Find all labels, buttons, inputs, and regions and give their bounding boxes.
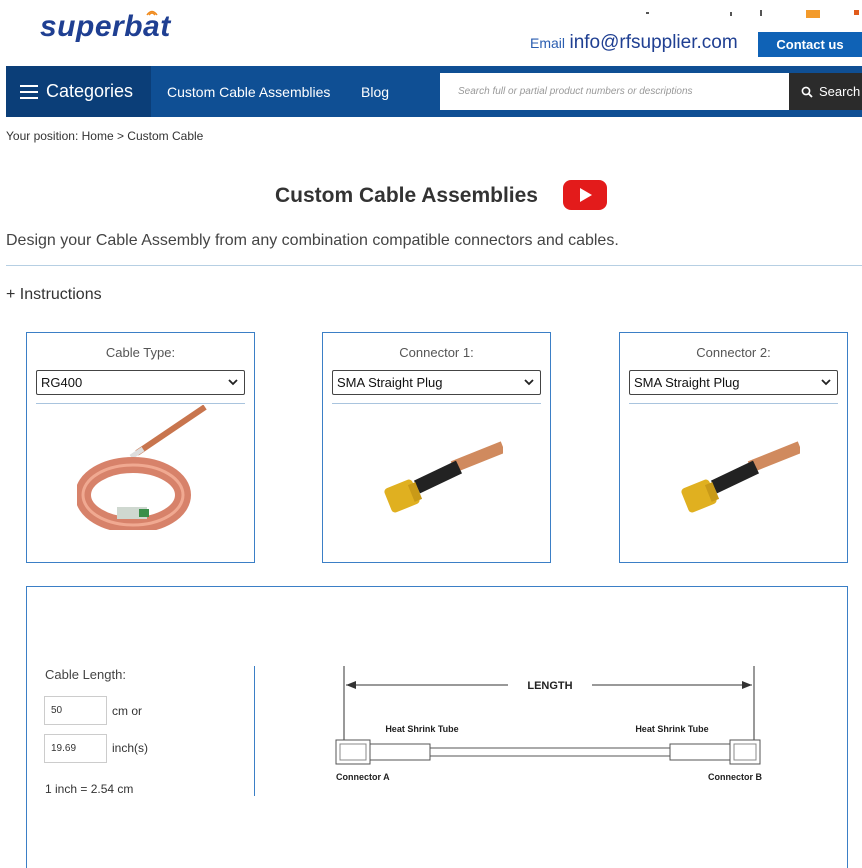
divider: [6, 265, 862, 266]
chevron-down-icon: [821, 379, 831, 386]
heat-shrink-left-label: Heat Shrink Tube: [385, 724, 458, 734]
card-label: Connector 2:: [696, 345, 771, 360]
connector-b-label: Connector B: [708, 772, 763, 782]
search-icon: [801, 86, 813, 98]
nav-link-custom-cable-assemblies[interactable]: Custom Cable Assemblies: [167, 66, 330, 117]
instructions-toggle[interactable]: + Instructions: [6, 286, 102, 304]
cable-type-card: Cable Type: RG400: [26, 332, 255, 563]
email-label: Email: [530, 35, 566, 51]
cable-type-select[interactable]: RG400: [36, 370, 245, 395]
panel-divider: [254, 666, 255, 796]
length-label: LENGTH: [527, 680, 572, 692]
length-inch-input[interactable]: 19.69: [44, 734, 107, 763]
hamburger-icon: [20, 84, 38, 99]
card-label: Connector 1:: [399, 345, 474, 360]
card-divider: [629, 403, 838, 404]
connector-2-select[interactable]: SMA Straight Plug: [629, 370, 838, 395]
cable-diagram: LENGTH Heat Shrink Tube Heat Shrink Tube…: [335, 666, 763, 782]
conversion-note: 1 inch = 2.54 cm: [45, 782, 134, 796]
card-divider: [36, 403, 245, 404]
top-toolbar-partial: [646, 10, 859, 18]
categories-label: Categories: [46, 81, 134, 101]
select-value: SMA Straight Plug: [634, 375, 740, 390]
connector-a-label: Connector A: [336, 772, 390, 782]
search-button-label: Search: [819, 84, 861, 99]
length-cm-input[interactable]: 50: [44, 696, 107, 725]
nav-link-blog[interactable]: Blog: [361, 66, 389, 117]
email-address[interactable]: info@rfsupplier.com: [569, 32, 737, 53]
select-value: RG400: [41, 375, 83, 390]
cm-unit-label: cm or: [112, 704, 142, 718]
contact-email[interactable]: Email info@rfsupplier.com: [530, 32, 738, 54]
select-value: SMA Straight Plug: [337, 375, 443, 390]
chevron-down-icon: [524, 379, 534, 386]
search-input[interactable]: Search full or partial product numbers o…: [440, 73, 789, 110]
page-title: Custom Cable Assemblies: [275, 184, 538, 207]
contact-us-button[interactable]: Contact us: [758, 32, 862, 57]
superbat-logo[interactable]: superbat: [40, 10, 171, 44]
signal-icon: [146, 10, 158, 16]
connector-2-card: Connector 2: SMA Straight Plug: [619, 332, 848, 563]
cable-length-label: Cable Length:: [45, 667, 126, 682]
youtube-icon[interactable]: [563, 180, 607, 210]
sma-connector-image: [384, 441, 503, 513]
search-button[interactable]: Search: [789, 73, 862, 110]
card-divider: [332, 403, 541, 404]
sma-connector-image: [681, 441, 800, 513]
heat-shrink-right-label: Heat Shrink Tube: [635, 724, 708, 734]
categories-menu[interactable]: Categories: [6, 66, 151, 117]
connector-1-card: Connector 1: SMA Straight Plug: [322, 332, 551, 563]
chevron-down-icon: [228, 379, 238, 386]
play-icon: [580, 188, 592, 202]
inch-unit-label: inch(s): [112, 741, 149, 755]
connector-1-select[interactable]: SMA Straight Plug: [332, 370, 541, 395]
intro-text: Design your Cable Assembly from any comb…: [6, 232, 619, 249]
card-label: Cable Type:: [105, 345, 176, 360]
breadcrumb: Your position: Home > Custom Cable: [6, 129, 204, 143]
cable-coil-image: [77, 405, 207, 530]
